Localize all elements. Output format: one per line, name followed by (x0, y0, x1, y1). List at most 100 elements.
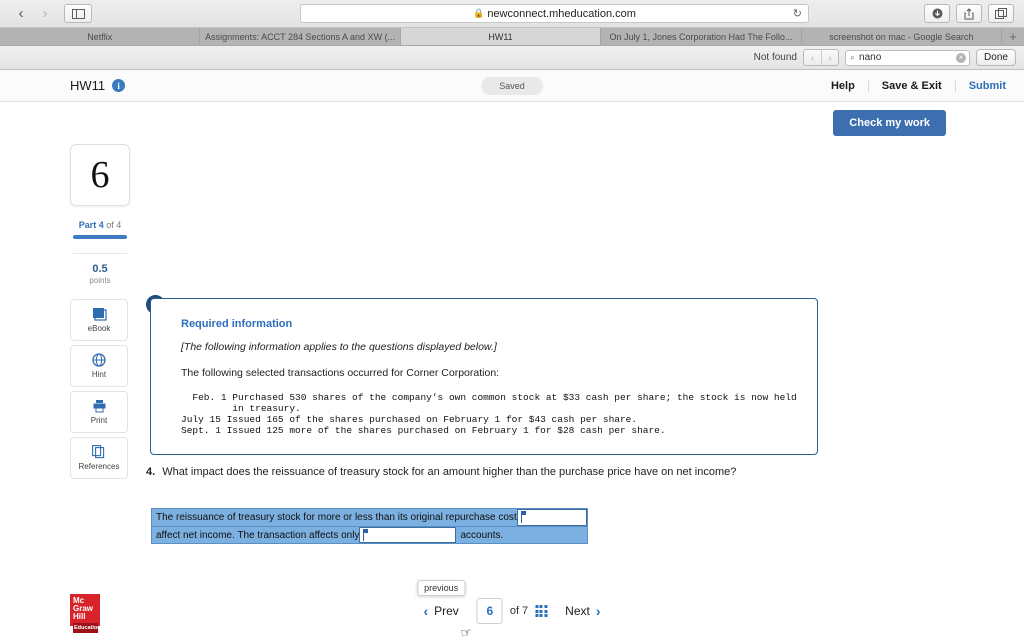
print-button[interactable]: Print (70, 391, 128, 433)
header-actions: Help Save & Exit Submit (818, 80, 1006, 92)
browser-toolbar-actions (924, 4, 1014, 23)
find-next-button[interactable]: › (821, 50, 838, 65)
browser-tab-netflix[interactable]: Netflix (0, 28, 200, 45)
answer-line-2-text: affect net income. The transaction affec… (152, 527, 359, 543)
save-exit-link[interactable]: Save & Exit (869, 80, 955, 92)
find-done-button[interactable]: Done (976, 49, 1016, 66)
assignment-footer: Mc Graw Hill Education ‹ Prev previous ☞… (0, 590, 1024, 640)
part-prefix: Part 4 (79, 220, 104, 230)
status-badge: Saved (481, 77, 543, 95)
transactions-text: Feb. 1 Purchased 530 shares of the compa… (181, 392, 795, 436)
forward-icon[interactable]: › (34, 4, 56, 23)
browser-tab-assignments[interactable]: Assignments: ACCT 284 Sections A and XW … (200, 28, 400, 45)
required-info-lead: The following selected transactions occu… (181, 367, 795, 379)
address-bar[interactable]: 🔒 newconnect.mheducation.com ↻ (300, 4, 809, 23)
browser-tab-google-search[interactable]: screenshot on mac - Google Search (802, 28, 1002, 45)
required-info-title: Required information (181, 318, 795, 330)
question-number-card: 6 (70, 144, 130, 206)
tabs-glyph (995, 8, 1007, 19)
points-value: 0.5 (70, 263, 130, 275)
back-icon[interactable]: ‹ (10, 4, 32, 23)
page-total-label: of 7 (510, 605, 528, 617)
chevron-left-icon: ‹ (423, 603, 428, 619)
rail-divider (73, 253, 127, 254)
question-content-area: 6 Part 4 of 4 0.5 points eBook (0, 144, 1024, 602)
find-steppers: ‹ › (803, 49, 839, 66)
required-info-subtitle: [The following information applies to th… (181, 341, 795, 353)
mouse-cursor-icon: ☞ (459, 624, 473, 641)
download-icon[interactable] (924, 4, 950, 23)
lock-icon: 🔒 (473, 8, 484, 19)
ebook-label: eBook (88, 324, 111, 333)
search-icon: ⌕ (850, 52, 855, 63)
hint-label: Hint (92, 370, 106, 379)
share-icon[interactable] (956, 4, 982, 23)
logo-line-4: Education (73, 623, 98, 633)
mcgraw-hill-logo: Mc Graw Hill Education (70, 594, 100, 626)
prev-label: Prev (434, 604, 459, 618)
clear-icon[interactable]: × (956, 53, 966, 63)
find-prev-button[interactable]: ‹ (804, 50, 821, 65)
book-icon (92, 307, 107, 321)
browser-tab-strip: Netflix Assignments: ACCT 284 Sections A… (0, 28, 1024, 46)
info-icon[interactable]: i (112, 79, 125, 92)
question-number-label: 4. (146, 466, 155, 478)
browser-tab-jones-corporation[interactable]: On July 1, Jones Corporation Had The Fol… (601, 28, 801, 45)
text-caret (521, 512, 522, 523)
answer-statement-block: The reissuance of treasury stock for mor… (151, 508, 588, 544)
references-copy-icon (92, 445, 106, 459)
prev-button[interactable]: ‹ Prev previous ☞ (407, 603, 474, 619)
hint-button[interactable]: Hint (70, 345, 128, 387)
next-label: Next (565, 604, 590, 618)
grid-icon[interactable] (535, 605, 549, 617)
part-progress-bar (73, 235, 127, 239)
reload-icon[interactable]: ↻ (793, 7, 802, 20)
next-button[interactable]: Next › (549, 603, 616, 619)
browser-nav-buttons: ‹ › (10, 4, 56, 23)
references-button[interactable]: References (70, 437, 128, 479)
answer-dropdown-1[interactable] (517, 509, 587, 526)
page-title: HW11 (70, 78, 105, 93)
answer-line-1: The reissuance of treasury stock for mor… (152, 509, 587, 526)
assignment-header: HW11 i Saved Help Save & Exit Submit (0, 70, 1024, 102)
printer-icon (92, 399, 107, 413)
check-work-row: Check my work (0, 102, 1024, 144)
pagination-nav: ‹ Prev previous ☞ 6 of 7 Next › (407, 598, 616, 624)
logo-line-3: Hill (73, 612, 85, 621)
question-text: What impact does the reissuance of treas… (162, 466, 736, 478)
tabs-overview-icon[interactable] (988, 4, 1014, 23)
page-number-input[interactable]: 6 (477, 598, 503, 624)
chevron-right-icon: › (596, 603, 601, 619)
answer-line-2-tail: accounts. (456, 527, 587, 543)
print-label: Print (91, 416, 107, 425)
new-tab-icon[interactable]: + (1002, 28, 1024, 45)
download-glyph (932, 8, 943, 19)
sidebar-toggle-icon[interactable] (64, 4, 92, 23)
answer-line-1-text: The reissuance of treasury stock for mor… (152, 509, 517, 526)
answer-line-2: affect net income. The transaction affec… (152, 526, 587, 543)
question-prompt: 4. What impact does the reissuance of tr… (146, 466, 736, 478)
browser-tab-hw11[interactable]: HW11 (401, 28, 601, 45)
find-input-value: nano (859, 52, 881, 63)
find-input[interactable]: ⌕ nano × (845, 50, 970, 66)
ebook-button[interactable]: eBook (70, 299, 128, 341)
tool-list: eBook Hint Print (70, 299, 130, 479)
sidebar-glyph (72, 9, 85, 19)
part-indicator: Part 4 of 4 (70, 220, 130, 230)
part-suffix: of 4 (104, 220, 122, 230)
check-my-work-button[interactable]: Check my work (833, 110, 946, 136)
part-progress-fill (73, 235, 127, 239)
text-caret-2 (363, 530, 364, 541)
help-link[interactable]: Help (818, 80, 869, 92)
submit-link[interactable]: Submit (955, 80, 1006, 92)
browser-toolbar: ‹ › 🔒 newconnect.mheducation.com ↻ (0, 0, 1024, 28)
find-status-label: Not found (754, 52, 797, 63)
required-information-box: Required information [The following info… (150, 298, 818, 455)
references-label: References (79, 462, 120, 471)
question-rail: 6 Part 4 of 4 0.5 points eBook (70, 144, 130, 483)
answer-dropdown-2[interactable] (359, 527, 456, 543)
address-bar-url: newconnect.mheducation.com (487, 8, 636, 20)
find-bar: Not found ‹ › ⌕ nano × Done (0, 46, 1024, 70)
share-glyph (964, 8, 974, 20)
points-label: points (70, 276, 130, 285)
